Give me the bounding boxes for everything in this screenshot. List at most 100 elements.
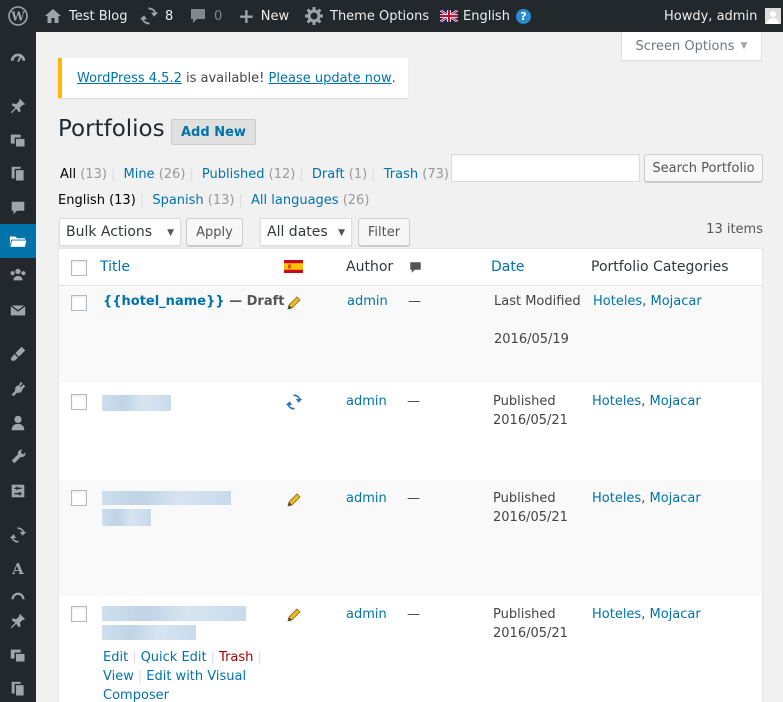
- portfolio-folder-icon[interactable]: [0, 224, 36, 258]
- row-title-link[interactable]: {{hotel_name}}: [103, 294, 225, 309]
- dates-select[interactable]: All dates ▼: [260, 218, 352, 246]
- filter-all-languages[interactable]: All languages (26): [251, 193, 369, 208]
- blurred-title[interactable]: [102, 395, 171, 411]
- view-link[interactable]: View: [103, 669, 134, 684]
- media-icon-2[interactable]: [0, 638, 36, 672]
- pin-icon-2[interactable]: [0, 604, 36, 638]
- comments-count: 0: [214, 8, 223, 24]
- chevron-down-icon: ▼: [338, 228, 345, 238]
- comments-menu-icon[interactable]: [0, 191, 36, 225]
- row-categories: Hoteles, Mojacar: [592, 607, 701, 622]
- dashboard-icon[interactable]: [0, 42, 36, 76]
- font-icon[interactable]: A: [0, 552, 36, 586]
- row-comments: —: [407, 607, 420, 622]
- row-comments: —: [407, 491, 420, 506]
- theme-options-link[interactable]: Theme Options: [304, 0, 429, 32]
- account-menu[interactable]: Howdy, admin: [664, 0, 782, 32]
- date-column-header[interactable]: Date: [491, 258, 524, 277]
- table-row: admin — Published 2016/05/21 Hoteles, Mo…: [59, 383, 762, 480]
- row-actions-line-2: View | Edit with Visual: [103, 669, 247, 684]
- filter-published[interactable]: Published (12): [202, 167, 295, 182]
- title-column-header[interactable]: Title: [100, 258, 130, 277]
- row-date-status: Published: [493, 607, 556, 622]
- new-label: New: [260, 8, 290, 24]
- update-now-link[interactable]: Please update now: [269, 71, 392, 86]
- comments-link[interactable]: 0: [188, 0, 222, 32]
- arc-icon[interactable]: [0, 582, 36, 602]
- row-title: {{hotel_name}} — Draft: [103, 292, 285, 311]
- filter-mine[interactable]: Mine (26): [123, 167, 185, 182]
- edit-link[interactable]: Edit: [103, 650, 128, 665]
- comment-column-icon[interactable]: [408, 260, 423, 275]
- appearance-icon[interactable]: [0, 337, 36, 371]
- pages-icon-2[interactable]: [0, 672, 36, 702]
- search-input[interactable]: [451, 154, 640, 182]
- filter-draft[interactable]: Draft (1): [312, 167, 367, 182]
- add-new-button[interactable]: Add New: [171, 119, 256, 145]
- spain-flag-icon[interactable]: [284, 260, 303, 273]
- screen-options-button[interactable]: Screen Options ▼: [621, 32, 762, 61]
- row-date: 2016/05/21: [493, 413, 568, 428]
- row-author[interactable]: admin: [346, 489, 387, 508]
- row-checkbox[interactable]: [71, 295, 87, 311]
- pages-icon[interactable]: [0, 157, 36, 191]
- blurred-title[interactable]: [102, 606, 246, 621]
- table-row: {{hotel_name}} — Draft admin — Last Modi…: [59, 287, 762, 383]
- trash-link[interactable]: Trash: [219, 650, 253, 665]
- bulk-actions-select[interactable]: Bulk Actions ▼: [59, 218, 181, 246]
- notice-middle-text: is available!: [181, 70, 269, 86]
- theme-options-label: Theme Options: [330, 8, 430, 24]
- apply-button[interactable]: Apply: [186, 218, 243, 246]
- help-icon[interactable]: ?: [515, 8, 531, 24]
- groups-icon[interactable]: [0, 258, 36, 292]
- pencil-icon[interactable]: [286, 492, 302, 508]
- table-row: admin — Published 2016/05/21 Hoteles, Mo…: [59, 596, 762, 702]
- row-checkbox[interactable]: [71, 394, 87, 410]
- updates-count: 8: [165, 8, 174, 24]
- composer-link-continued[interactable]: Composer: [103, 688, 169, 702]
- language-switcher[interactable]: English ?: [440, 0, 531, 32]
- users-icon[interactable]: [0, 406, 36, 440]
- row-categories: Hoteles, Mojacar: [592, 394, 701, 409]
- gear-icon: [305, 7, 323, 25]
- version-link[interactable]: WordPress 4.5.2: [77, 71, 182, 86]
- sync-menu-icon[interactable]: [0, 518, 36, 552]
- new-content-link[interactable]: + New: [238, 0, 289, 32]
- row-author[interactable]: admin: [346, 605, 387, 624]
- filter-english[interactable]: English (13): [58, 193, 136, 208]
- filter-all[interactable]: All (13): [60, 167, 107, 182]
- select-all-checkbox[interactable]: [71, 260, 87, 276]
- plugins-icon[interactable]: [0, 372, 36, 406]
- row-categories: Hoteles, Mojacar: [593, 294, 702, 309]
- tools-icon[interactable]: [0, 440, 36, 474]
- draft-state: — Draft: [224, 294, 285, 309]
- search-portfolio-button[interactable]: Search Portfolio: [644, 154, 763, 182]
- pencil-icon[interactable]: [286, 607, 302, 623]
- pin-icon[interactable]: [0, 89, 36, 123]
- items-count: 13 items: [706, 222, 763, 237]
- status-filters: All (13) | Mine (26) | Published (12) | Dra…: [60, 167, 449, 182]
- row-checkbox[interactable]: [71, 606, 87, 622]
- wordpress-logo-icon[interactable]: W: [8, 0, 28, 32]
- update-notice: WordPress 4.5.2 is available! Please upd…: [58, 58, 408, 98]
- site-name-link[interactable]: Test Blog: [43, 0, 127, 32]
- row-actions-line-3: Composer: [103, 686, 169, 702]
- mail-icon[interactable]: [0, 293, 36, 327]
- row-checkbox[interactable]: [71, 490, 87, 506]
- filter-spanish[interactable]: Spanish (13): [152, 193, 234, 208]
- updates-icon: [139, 7, 159, 25]
- media-icon[interactable]: [0, 123, 36, 157]
- edit-visual-composer-link[interactable]: Edit with Visual: [146, 669, 246, 684]
- quick-edit-link[interactable]: Quick Edit: [141, 650, 207, 665]
- filter-button[interactable]: Filter: [358, 218, 410, 246]
- row-author[interactable]: admin: [347, 292, 388, 311]
- pencil-icon[interactable]: [286, 295, 302, 311]
- updates-link[interactable]: 8: [139, 0, 173, 32]
- blurred-title[interactable]: [102, 491, 231, 505]
- sync-icon[interactable]: [285, 393, 303, 411]
- filter-trash[interactable]: Trash (73): [384, 167, 449, 182]
- admin-sidebar: A: [0, 32, 36, 702]
- row-comments: —: [408, 294, 421, 309]
- row-author[interactable]: admin: [346, 392, 387, 411]
- settings-icon[interactable]: [0, 474, 36, 508]
